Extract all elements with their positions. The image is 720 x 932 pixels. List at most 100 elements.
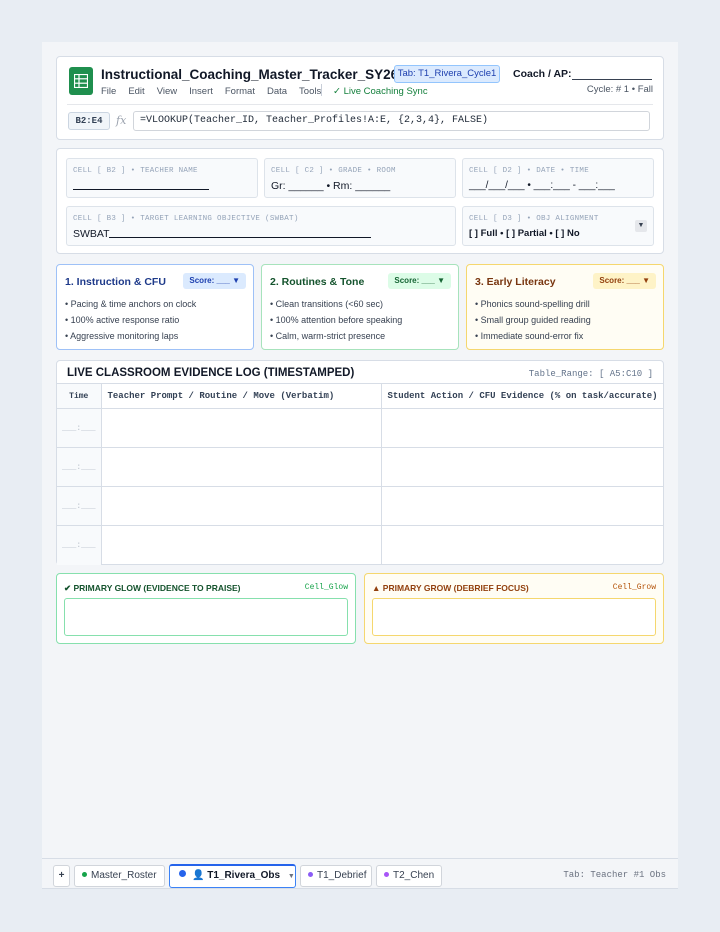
sync-status: ✓ Live Coaching Sync [333,86,428,97]
list-item: Calm, warm-strict presence [270,331,402,341]
grow-input[interactable] [372,598,656,636]
teacher-prompt-cell[interactable] [101,486,382,526]
add-sheet-button[interactable]: + [53,865,70,887]
teacher-prompt-cell[interactable] [101,408,382,448]
menu-bar: File Edit View Insert Format Data Tools [101,86,333,97]
time-cell[interactable]: ___:___ [57,525,102,565]
tab-t1-rivera-obs[interactable]: 👤 T1_Rivera_Obs ▼ [169,864,296,888]
menu-data[interactable]: Data [267,86,287,97]
student-action-cell[interactable] [381,525,663,565]
teacher-name-line [73,189,209,190]
list-item: 100% active response ratio [65,315,196,325]
objective-label: CELL [ B3 ] • TARGET LEARNING OBJECTIVE … [73,215,299,223]
table-row: ___:___ [57,408,663,448]
domain-card-routines: 2. Routines & Tone Score: ___ ▼ Clean tr… [261,264,459,350]
score-dropdown[interactable]: Score: ___ ▼ [388,273,451,289]
date-time-label: CELL [ D2 ] • DATE • TIME [469,167,590,175]
score-dropdown[interactable]: Score: ___ ▼ [183,273,246,289]
chevron-down-icon[interactable]: ▼ [288,873,295,880]
cycle-label: Cycle: # 1 • Fall [586,84,653,95]
list-item: Pacing & time anchors on clock [65,299,197,309]
student-action-cell[interactable] [381,408,663,448]
tab-label: Master_Roster [91,870,157,881]
log-title: LIVE CLASSROOM EVIDENCE LOG (TIMESTAMPED… [67,367,355,379]
menu-insert[interactable]: Insert [189,86,213,97]
fx-icon: fx [116,114,127,127]
glow-title: ✔ PRIMARY GLOW (EVIDENCE TO PRAISE) [64,583,241,593]
menu-edit[interactable]: Edit [128,86,144,97]
spreadsheet-page: Instructional_Coaching_Master_Tracker_SY… [42,42,678,888]
menu-file[interactable]: File [101,86,116,97]
grade-room-cell[interactable]: CELL [ C2 ] • GRADE • ROOM Gr: ______ • … [264,158,456,198]
sheet-tab-bar: + Master_Roster 👤 T1_Rivera_Obs ▼ T1_Deb… [42,858,678,889]
lesson-info-card: CELL [ B2 ] • TEACHER NAME CELL [ C2 ] •… [56,148,664,254]
domain-title: 2. Routines & Tone [270,276,365,288]
teacher-name-label: CELL [ B2 ] • TEACHER NAME [73,167,198,175]
menu-divider [321,84,322,96]
grow-title: ▲ PRIMARY GROW (DEBRIEF FOCUS) [372,583,529,593]
date-time-value: ___/___/___ • ___:___ - ___:___ [469,180,615,191]
teacher-prompt-cell[interactable] [101,525,382,565]
domain-card-instruction: 1. Instruction & CFU Score: ___ ▼ Pacing… [56,264,254,350]
table-row: ___:___ [57,486,663,526]
tab-t1-debrief[interactable]: T1_Debrief [300,865,372,887]
menu-tools[interactable]: Tools [299,86,321,97]
date-time-cell[interactable]: CELL [ D2 ] • DATE • TIME ___/___/___ • … [462,158,654,198]
domain-look-fors: Clean transitions (<60 sec) 100% attenti… [270,299,403,347]
teacher-prompt-cell[interactable] [101,447,382,487]
menu-format[interactable]: Format [225,86,255,97]
time-cell[interactable]: ___:___ [57,408,102,448]
time-cell[interactable]: ___:___ [57,447,102,487]
coach-label: Coach / AP: [513,68,572,80]
list-item: Clean transitions (<60 sec) [270,299,402,309]
list-item: Phonics sound-spelling drill [475,299,591,309]
objective-cell[interactable]: CELL [ B3 ] • TARGET LEARNING OBJECTIVE … [66,206,456,246]
tab-color-dot [384,872,389,877]
alignment-cell[interactable]: CELL [ D3 ] • OBJ ALIGNMENT [ ] Full • [… [462,206,654,246]
header-divider [67,104,653,105]
list-item: 100% attention before speaking [270,315,403,325]
alignment-dropdown-icon[interactable]: ▼ [635,220,647,232]
sheets-logo-icon [69,67,93,95]
table-row: ___:___ [57,447,663,487]
column-header-time[interactable]: Time [57,383,102,409]
domain-look-fors: Pacing & time anchors on clock 100% acti… [65,299,196,347]
tab-color-dot [82,872,87,877]
glow-input[interactable] [64,598,348,636]
cell-reference-box[interactable]: B2:E4 [68,112,110,130]
glow-panel: ✔ PRIMARY GLOW (EVIDENCE TO PRAISE) Cell… [56,573,356,644]
tab-master-roster[interactable]: Master_Roster [74,865,165,887]
evidence-table: Time Teacher Prompt / Routine / Move (Ve… [57,383,663,565]
glow-cell-ref: Cell_Glow [304,583,348,592]
time-cell[interactable]: ___:___ [57,486,102,526]
tab-t2-chen[interactable]: T2_Chen [376,865,442,887]
domain-card-literacy: 3. Early Literacy Score: ___ ▼ Phonics s… [466,264,664,350]
coach-name-field[interactable] [572,79,652,80]
column-header-student-action[interactable]: Student Action / CFU Evidence (% on task… [381,383,663,409]
list-item: Immediate sound-error fix [475,331,591,341]
teacher-name-cell[interactable]: CELL [ B2 ] • TEACHER NAME [66,158,258,198]
domain-title: 3. Early Literacy [475,276,556,288]
tab-color-dot [179,870,186,877]
document-title[interactable]: Instructional_Coaching_Master_Tracker_SY… [101,67,418,82]
alignment-label: CELL [ D3 ] • OBJ ALIGNMENT [469,215,599,223]
menu-view[interactable]: View [157,86,177,97]
grade-room-value: Gr: ______ • Rm: ______ [271,180,391,192]
objective-prefix: SWBAT [73,228,110,240]
alignment-options: [ ] Full • [ ] Partial • [ ] No [469,228,580,239]
table-header-row: Time Teacher Prompt / Routine / Move (Ve… [57,383,663,409]
objective-line [109,237,371,238]
column-header-teacher-prompt[interactable]: Teacher Prompt / Routine / Move (Verbati… [101,383,382,409]
domain-look-fors: Phonics sound-spelling drill Small group… [475,299,591,347]
grow-cell-ref: Cell_Grow [612,583,656,592]
tab-label: T1_Debrief [317,870,367,881]
tab-color-dot [308,872,313,877]
tab-label: 👤 T1_Rivera_Obs [192,870,281,881]
student-action-cell[interactable] [381,486,663,526]
grow-panel: ▲ PRIMARY GROW (DEBRIEF FOCUS) Cell_Grow [364,573,664,644]
student-action-cell[interactable] [381,447,663,487]
table-row: ___:___ [57,525,663,565]
formula-bar[interactable]: =VLOOKUP(Teacher_ID, Teacher_Profiles!A:… [133,111,650,131]
score-dropdown[interactable]: Score: ___ ▼ [593,273,656,289]
list-item: Aggressive monitoring laps [65,331,196,341]
